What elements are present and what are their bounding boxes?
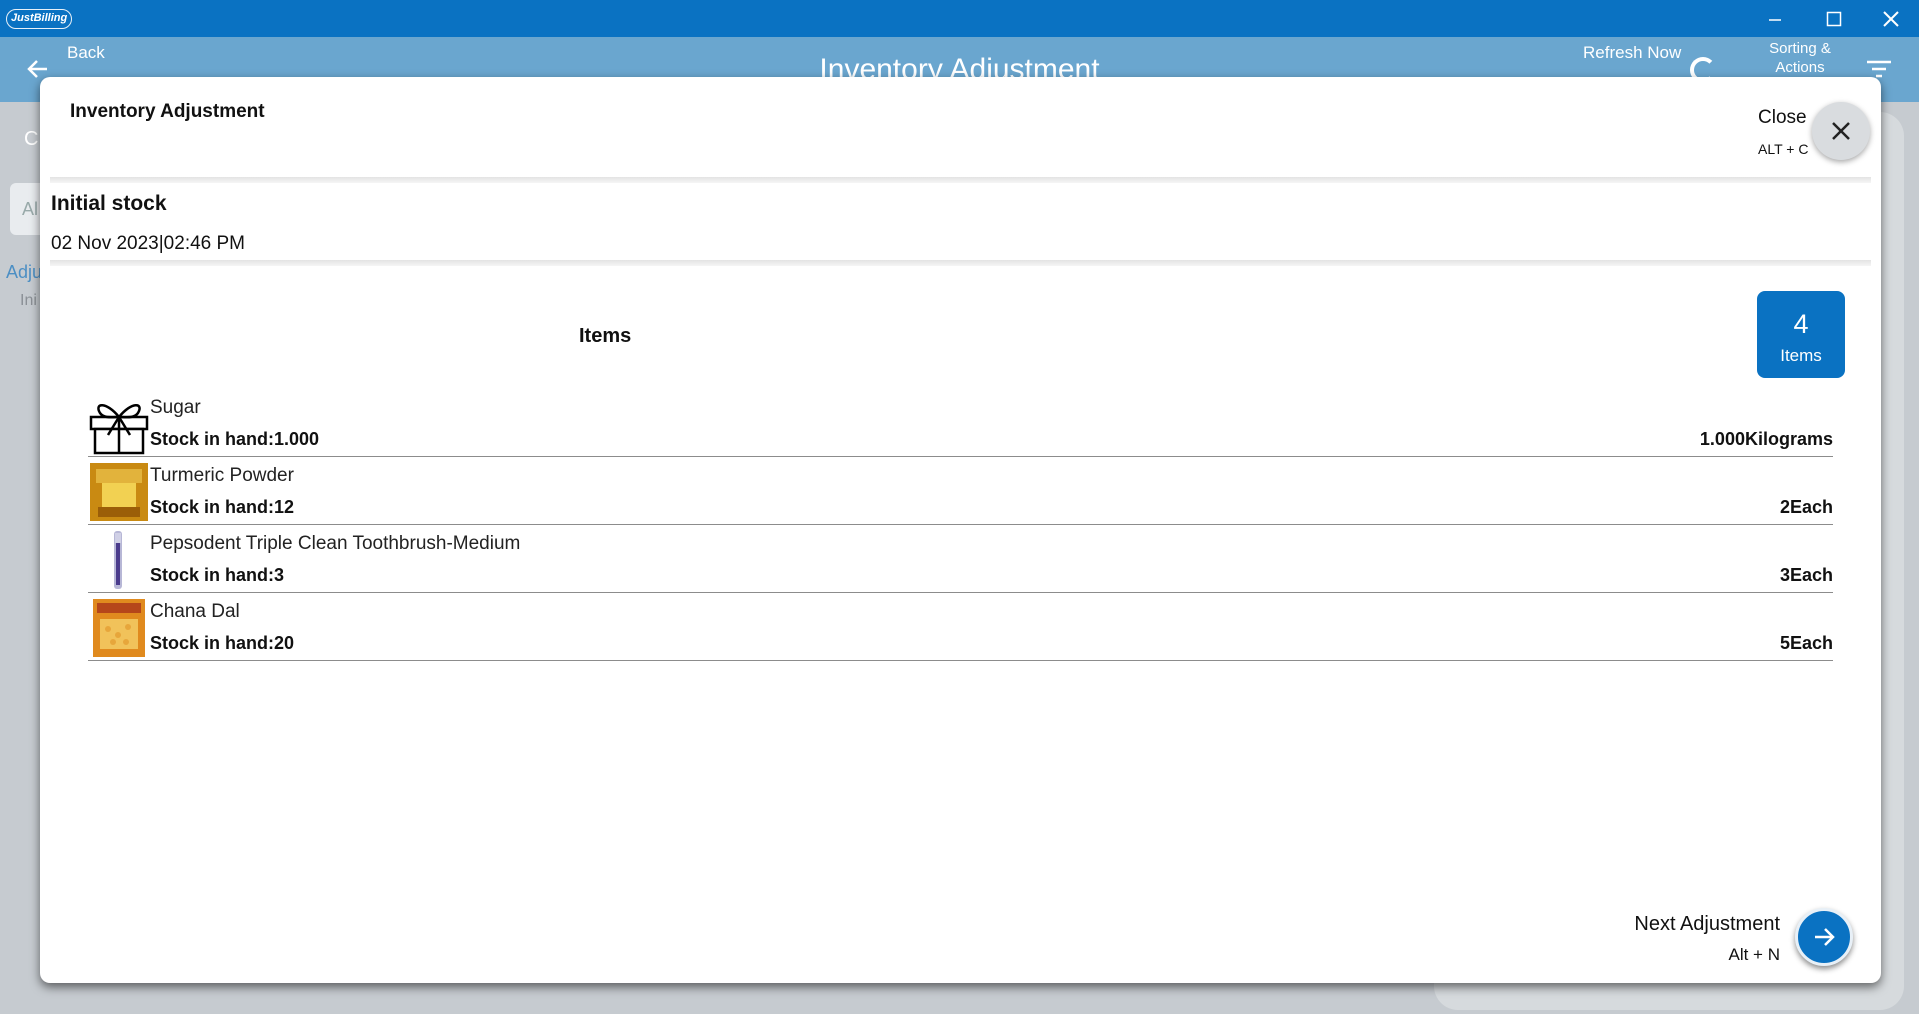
list-item[interactable]: Chana Dal Stock in hand:20 5Each — [88, 593, 1833, 661]
item-name: Chana Dal — [150, 601, 240, 622]
item-stock-in-hand: Stock in hand:20 — [150, 633, 295, 653]
next-adjustment-button[interactable] — [1795, 908, 1853, 966]
background-tab-fragment: Adju — [6, 262, 43, 282]
item-adjusted-quantity: 1.000Kilograms — [1699, 429, 1833, 449]
refresh-label[interactable]: Refresh Now — [1583, 43, 1681, 63]
window-titlebar: JustBilling — [0, 0, 1919, 37]
maximize-button[interactable] — [1806, 0, 1862, 37]
minimize-icon — [1769, 18, 1781, 21]
item-stock-in-hand: Stock in hand:3 — [150, 565, 285, 585]
item-adjusted-quantity: 2Each — [1779, 497, 1833, 517]
list-item[interactable]: Sugar Stock in hand:1.000 1.000Kilograms — [88, 389, 1833, 457]
sorting-actions-label[interactable]: Sorting & Actions — [1755, 39, 1845, 77]
arrow-right-icon — [1815, 928, 1835, 946]
item-adjusted-quantity: 3Each — [1779, 565, 1833, 585]
dialog-close-button[interactable] — [1812, 102, 1870, 160]
app-logo: JustBilling — [6, 9, 73, 29]
item-adjusted-quantity: 5Each — [1779, 633, 1833, 653]
gift-box-icon — [88, 393, 150, 455]
inventory-adjustment-dialog: Inventory Adjustment Close ALT + C Initi… — [40, 77, 1881, 983]
dialog-title: Inventory Adjustment — [70, 101, 265, 122]
chana-dal-packet-image — [88, 597, 150, 659]
filter-icon — [1867, 60, 1891, 78]
next-adjustment-label: Next Adjustment — [1634, 913, 1780, 935]
background-list-fragment: Ini — [20, 292, 37, 309]
list-item[interactable]: Pepsodent Triple Clean Toothbrush-Medium… — [88, 525, 1833, 593]
close-shortcut: ALT + C — [1758, 141, 1809, 157]
divider — [50, 260, 1871, 266]
close-icon — [1832, 122, 1850, 140]
item-name: Turmeric Powder — [150, 465, 294, 486]
maximize-icon — [1826, 11, 1842, 26]
list-item[interactable]: Turmeric Powder Stock in hand:12 2Each — [88, 457, 1833, 525]
item-stock-in-hand: Stock in hand:1.000 — [150, 429, 320, 449]
close-label: Close — [1758, 107, 1807, 128]
item-count-badge: 4 Items — [1757, 291, 1845, 378]
item-count-value: 4 — [1793, 309, 1809, 339]
item-count-label: Items — [1780, 346, 1822, 365]
toothbrush-image — [88, 529, 150, 591]
item-stock-in-hand: Stock in hand:12 — [150, 497, 295, 517]
turmeric-packet-image — [88, 461, 150, 523]
item-list: Sugar Stock in hand:1.000 1.000Kilograms… — [88, 389, 1833, 661]
adjustment-datetime: 02 Nov 2023|02:46 PM — [51, 233, 246, 254]
item-name: Sugar — [150, 397, 201, 418]
divider — [50, 177, 1871, 183]
next-adjustment-shortcut: Alt + N — [1728, 945, 1781, 964]
minimize-button[interactable] — [1747, 0, 1803, 37]
item-name: Pepsodent Triple Clean Toothbrush-Medium — [150, 533, 521, 554]
items-heading: Items — [579, 325, 632, 347]
window-close-button[interactable] — [1863, 0, 1919, 37]
background-fragment-text: C — [24, 128, 39, 150]
adjustment-type: Initial stock — [51, 192, 167, 215]
close-icon — [1883, 10, 1899, 27]
